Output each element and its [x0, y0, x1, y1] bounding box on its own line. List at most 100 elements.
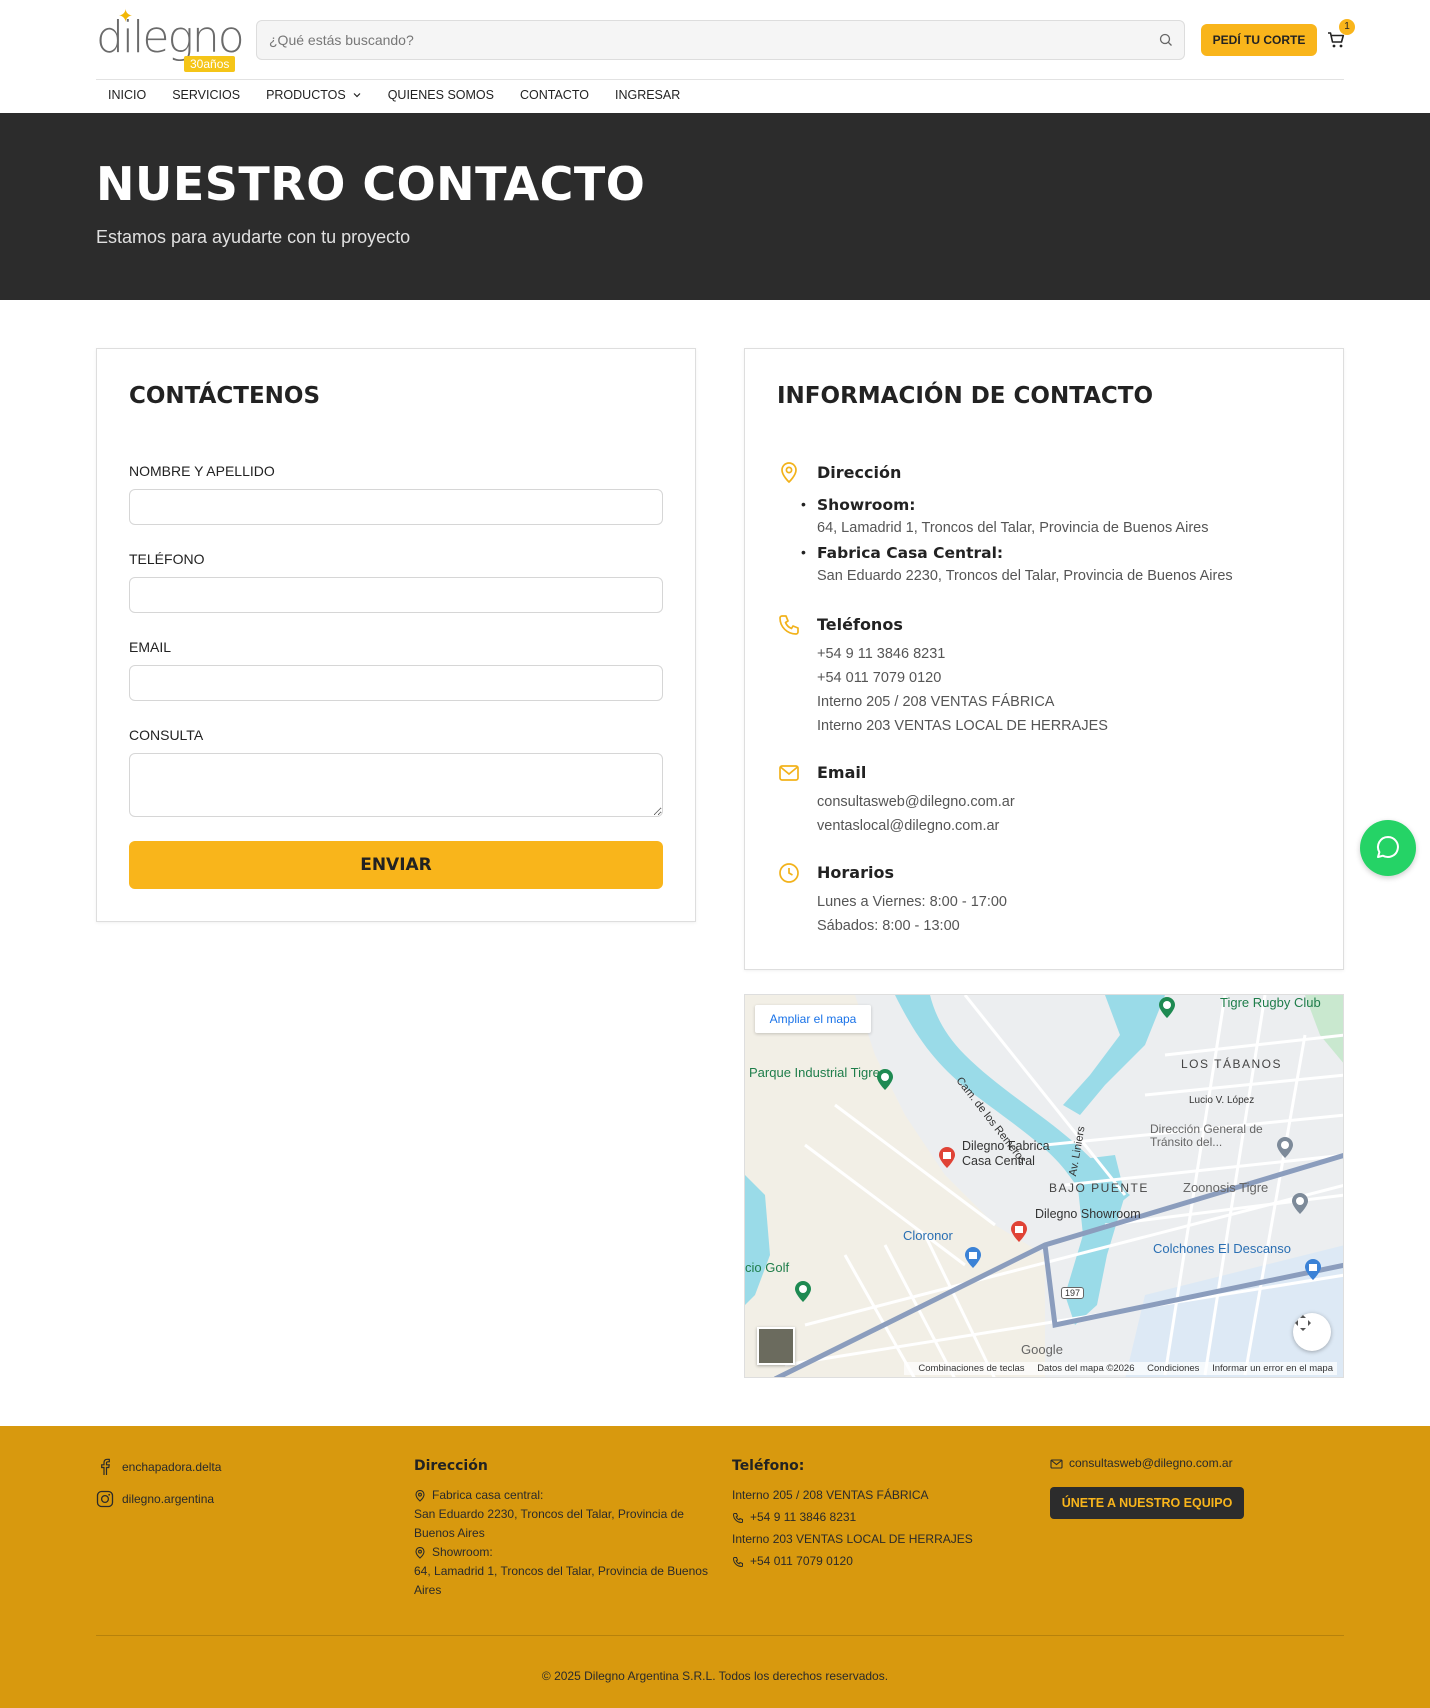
- email-1[interactable]: consultasweb@dilegno.com.ar: [817, 794, 1015, 810]
- email-label: EMAIL: [129, 639, 172, 655]
- phone-label: TELÉFONO: [129, 551, 205, 567]
- map-label-parque[interactable]: Parque Industrial Tigre: [749, 1065, 880, 1080]
- map-label-showroom[interactable]: Dilegno Showroom: [1035, 1207, 1141, 1221]
- search-icon[interactable]: [1158, 32, 1174, 48]
- factory-pin-icon[interactable]: [937, 1145, 957, 1169]
- page-subtitle: Estamos para ayudarte con tu proyecto: [96, 227, 411, 247]
- footer-address-title: Dirección: [414, 1458, 488, 1474]
- cloronor-pin-icon[interactable]: [963, 1245, 983, 1269]
- phone-2[interactable]: +54 011 7079 0120: [817, 670, 941, 686]
- main-nav: INICIO SERVICIOS PRODUCTOS QUIENES SOMOS…: [96, 86, 694, 104]
- instagram-handle: dilegno.argentina: [122, 1492, 215, 1506]
- expand-arrows-icon: [1295, 1315, 1311, 1331]
- search-bar: [256, 20, 1185, 60]
- contact-info-card: INFORMACIÓN DE CONTACTO Dirección • Show…: [744, 348, 1344, 970]
- phone-icon: [732, 1556, 743, 1567]
- name-label: NOMBRE Y APELLIDO: [129, 463, 275, 479]
- nav-contacto[interactable]: CONTACTO: [508, 86, 601, 104]
- expand-map-button[interactable]: Ampliar el mapa: [755, 1005, 871, 1033]
- dilegno-logo[interactable]: ✦ dilegno 30años: [96, 6, 245, 74]
- email-2[interactable]: ventaslocal@dilegno.com.ar: [817, 818, 999, 834]
- showroom-pin-icon[interactable]: [1009, 1219, 1029, 1243]
- map-data-credit: Datos del mapa ©2026: [1037, 1363, 1135, 1374]
- map-label-zoonosis[interactable]: Zoonosis Tigre: [1183, 1180, 1268, 1195]
- map-shortcuts-link[interactable]: Combinaciones de teclas: [918, 1363, 1024, 1374]
- footer-phone-title: Teléfono:: [732, 1458, 805, 1474]
- name-field[interactable]: [129, 489, 663, 525]
- zoonosis-pin-icon[interactable]: [1290, 1191, 1310, 1215]
- footer-showroom-line: Showroom:: [414, 1543, 710, 1562]
- map-label-colchones[interactable]: Colchones El Descanso: [1153, 1241, 1291, 1256]
- order-cut-button[interactable]: PEDÍ TU CORTE: [1201, 24, 1317, 56]
- nav-servicios[interactable]: SERVICIOS: [160, 86, 252, 104]
- email-icon: [1050, 1458, 1063, 1469]
- footer-phone-line1: Interno 205 / 208 VENTAS FÁBRICA: [732, 1488, 929, 1502]
- cart-count-badge: 1: [1339, 19, 1355, 35]
- google-logo: Google: [1021, 1342, 1063, 1357]
- instagram-icon: [96, 1490, 114, 1508]
- search-input[interactable]: [257, 21, 1137, 59]
- location-pin-icon: [415, 1546, 425, 1559]
- factory-address: San Eduardo 2230, Troncos del Talar, Pro…: [817, 568, 1233, 584]
- map-label-cloronor[interactable]: Cloronor: [903, 1228, 953, 1243]
- footer-phone-2-number: +54 011 7079 0120: [750, 1554, 853, 1568]
- location-pin-icon: [781, 462, 797, 484]
- join-team-button[interactable]: ÚNETE A NUESTRO EQUIPO: [1050, 1487, 1244, 1519]
- fullscreen-control-button[interactable]: [1293, 1313, 1331, 1351]
- route-197-badge: 197: [1061, 1287, 1085, 1299]
- map-terms-link[interactable]: Condiciones: [1147, 1363, 1199, 1374]
- submit-button[interactable]: ENVIAR: [129, 841, 663, 889]
- query-field[interactable]: [129, 753, 663, 817]
- phones-title: Teléfonos: [817, 615, 903, 634]
- footer-email-link[interactable]: consultasweb@dilegno.com.ar: [1050, 1454, 1244, 1473]
- email-icon: [779, 765, 799, 781]
- hero-banner: NUESTRO CONTACTO Estamos para ayudarte c…: [0, 113, 1430, 300]
- footer-factory-address: San Eduardo 2230, Troncos del Talar, Pro…: [414, 1507, 684, 1540]
- phone-1[interactable]: +54 9 11 3846 8231: [817, 646, 945, 662]
- footer-phone-1[interactable]: +54 9 11 3846 8231: [732, 1508, 1002, 1527]
- park-pin-icon[interactable]: [875, 1067, 895, 1091]
- footer-social: enchapadora.delta dilegno.argentina: [96, 1458, 221, 1522]
- nav-ingresar[interactable]: INGRESAR: [603, 86, 692, 104]
- phone-field[interactable]: [129, 577, 663, 613]
- logo-badge: 30años: [184, 56, 236, 72]
- map-label-transito[interactable]: Dirección General de Tránsito del...: [1150, 1123, 1270, 1149]
- map-report-link[interactable]: Informar un error en el mapa: [1212, 1363, 1333, 1374]
- whatsapp-chat-button[interactable]: [1360, 820, 1416, 876]
- footer-phone-2[interactable]: +54 011 7079 0120: [732, 1552, 1002, 1571]
- nav-inicio[interactable]: INICIO: [96, 86, 158, 104]
- footer-showroom-label: Showroom:: [432, 1545, 493, 1559]
- chevron-down-icon: [353, 93, 361, 98]
- email-title: Email: [817, 763, 867, 782]
- hours-weekdays: Lunes a Viernes: 8:00 - 17:00: [817, 894, 1007, 910]
- email-field[interactable]: [129, 665, 663, 701]
- footer-address: Dirección Fabrica casa central: San Edua…: [414, 1458, 710, 1600]
- footer-showroom-address: 64, Lamadrid 1, Troncos del Talar, Provi…: [414, 1564, 708, 1597]
- bullet: •: [801, 496, 806, 512]
- footer-phone: Teléfono: Interno 205 / 208 VENTAS FÁBRI…: [732, 1458, 1002, 1571]
- nav-quienes-somos[interactable]: QUIENES SOMOS: [376, 86, 506, 104]
- satellite-thumbnail[interactable]: [757, 1327, 795, 1365]
- footer-email: consultasweb@dilegno.com.ar: [1069, 1456, 1233, 1470]
- nav-productos[interactable]: PRODUCTOS: [254, 86, 374, 104]
- map-label-rugby[interactable]: Tigre Rugby Club: [1220, 995, 1321, 1010]
- phone-internal-local: Interno 203 VENTAS LOCAL DE HERRAJES: [817, 718, 1108, 734]
- instagram-link[interactable]: dilegno.argentina: [96, 1490, 221, 1508]
- rugby-pin-icon[interactable]: [1157, 995, 1177, 1019]
- footer-factory-line: Fabrica casa central:: [414, 1486, 710, 1505]
- phone-icon: [779, 615, 799, 635]
- header-divider: [96, 79, 1344, 80]
- colchones-pin-icon[interactable]: [1303, 1257, 1323, 1281]
- map-label-tabanos: LOS TÁBANOS: [1181, 1057, 1282, 1071]
- hours-saturday: Sábados: 8:00 - 13:00: [817, 918, 960, 934]
- facebook-icon: [101, 1458, 110, 1475]
- golf-pin-icon[interactable]: [793, 1279, 813, 1303]
- transito-pin-icon[interactable]: [1275, 1135, 1295, 1159]
- chat-bubble-icon: [1377, 835, 1399, 858]
- google-map[interactable]: Ampliar el mapa Parque Industrial Tigre …: [744, 994, 1344, 1378]
- address-title: Dirección: [817, 463, 902, 482]
- map-label-golf[interactable]: cio Golf: [745, 1260, 789, 1275]
- footer-factory-label: Fabrica casa central:: [432, 1488, 544, 1502]
- facebook-link[interactable]: enchapadora.delta: [96, 1458, 221, 1476]
- hours-title: Horarios: [817, 863, 894, 882]
